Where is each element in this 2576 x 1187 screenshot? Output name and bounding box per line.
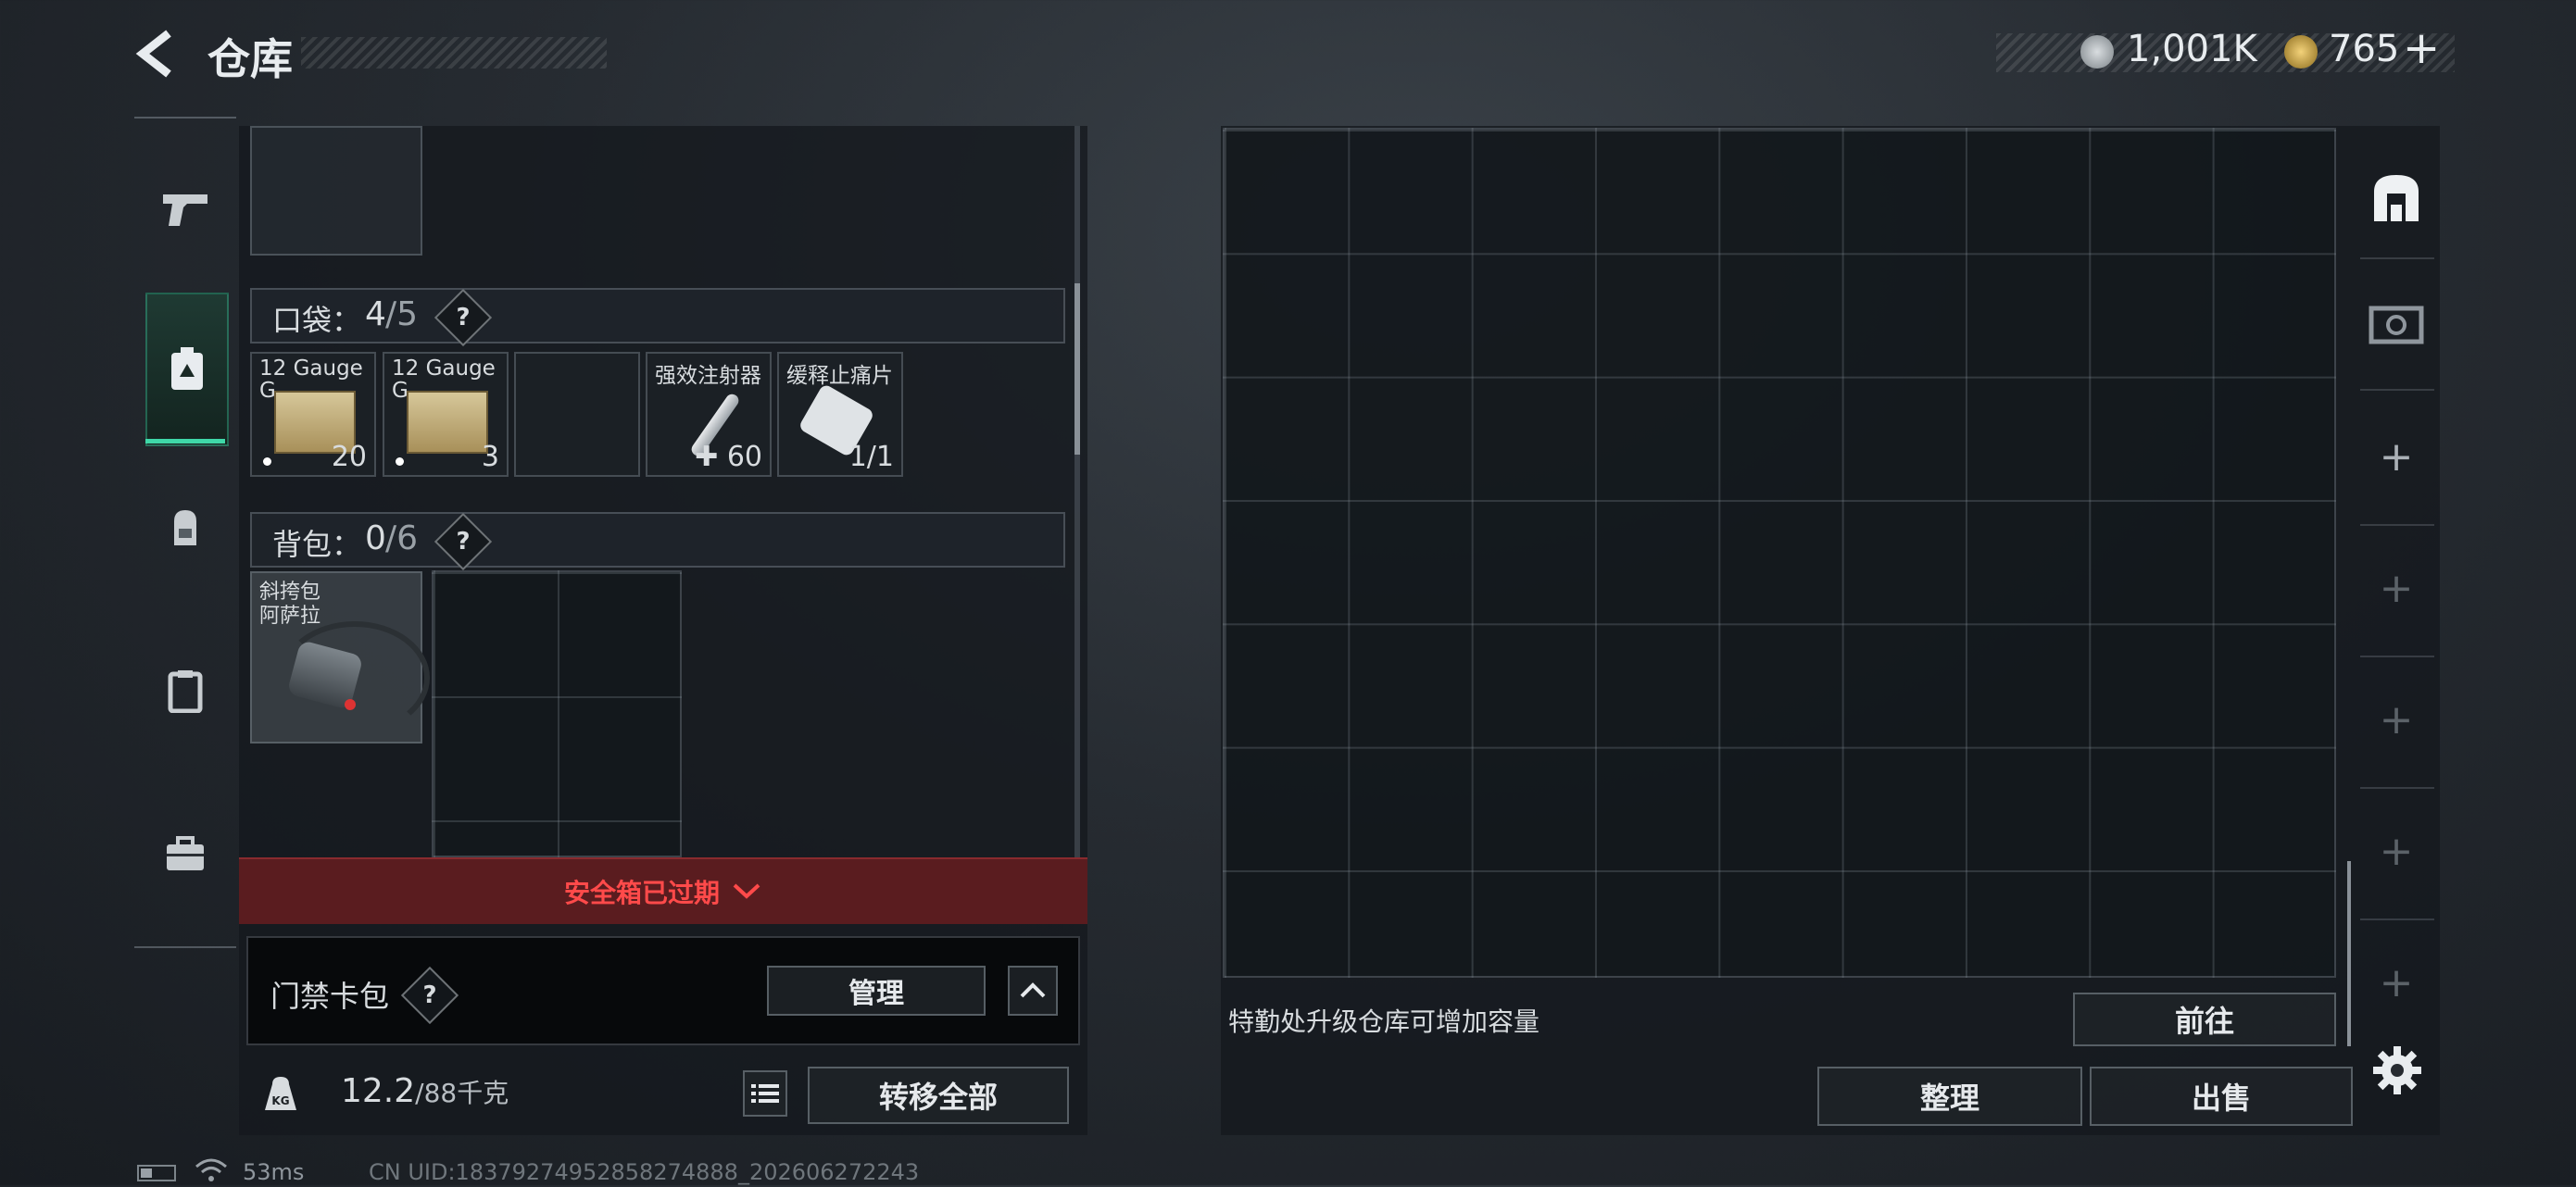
clipboard-icon	[168, 670, 203, 713]
backpack-capacity: /6	[385, 519, 419, 557]
tab-clipboard[interactable]	[139, 644, 232, 737]
tab-divider	[2360, 257, 2434, 259]
pockets-count: 4	[365, 295, 386, 333]
sell-button[interactable]: 出售	[2090, 1067, 2353, 1126]
battery-icon	[137, 1165, 176, 1181]
scrollbar-thumb[interactable]	[1074, 283, 1080, 455]
collapse-button[interactable]	[1008, 966, 1058, 1016]
storage-grid[interactable]	[1223, 128, 2336, 978]
red-tag-icon	[345, 699, 356, 710]
tab-divider	[2360, 787, 2434, 789]
backpack-header: 背包： 0 /6 ?	[250, 512, 1065, 571]
tab-backpack[interactable]	[139, 481, 232, 574]
sling-strap-icon	[280, 621, 430, 734]
weight-icon: KG	[261, 1073, 300, 1112]
item-name: 缓释止痛片	[786, 364, 893, 388]
weight-max: /88千克	[415, 1078, 509, 1108]
gold-value: 765	[2329, 28, 2400, 70]
weight-readout: 12.2/88千克	[341, 1072, 509, 1110]
chevron-up-icon	[1020, 982, 1046, 998]
storage-scrollbar[interactable]	[2347, 861, 2351, 1046]
secure-box-icon	[171, 347, 203, 390]
tab-secure-box[interactable]	[145, 293, 229, 446]
ping-value: 53ms	[243, 1159, 305, 1185]
pocket-slot-1[interactable]: 12 Gauge G 20	[250, 352, 376, 477]
backpack-count: 0	[365, 519, 386, 557]
chevron-down-icon	[733, 883, 760, 899]
silver-value: 1,001K	[2127, 28, 2257, 70]
upgrade-hint: 特勤处升级仓库可增加容量	[1228, 1006, 1540, 1037]
list-icon	[751, 1084, 779, 1103]
health-plus-icon: ✚	[695, 441, 719, 473]
title-decoration	[301, 37, 607, 69]
item-name: 强效注射器	[655, 364, 761, 388]
weight-current: 12.2	[341, 1072, 416, 1110]
add-storage-tab-3[interactable]: +	[2355, 678, 2438, 761]
pockets-header: 口袋： 4 /5 ?	[250, 288, 1065, 347]
tab-vault[interactable]	[2355, 283, 2438, 367]
add-storage-tab-5[interactable]: +	[2355, 941, 2438, 1024]
item-count: 20	[331, 441, 367, 473]
add-storage-tab-2[interactable]: +	[2355, 546, 2438, 630]
backpack-icon	[174, 510, 196, 545]
gear-slot-top[interactable]	[250, 126, 422, 256]
gold-coin-icon	[2284, 35, 2318, 69]
settings-button[interactable]	[2371, 1044, 2423, 1096]
goto-button[interactable]: 前往	[2073, 993, 2336, 1046]
backpack-label: 背包：	[272, 527, 362, 562]
tab-divider	[2360, 656, 2434, 657]
keycard-bar: 门禁卡包 ? 管理	[246, 936, 1080, 1045]
svg-text:KG: KG	[271, 1094, 289, 1107]
secure-box-expired-banner[interactable]: 安全箱已过期	[239, 857, 1087, 924]
pockets-help-icon[interactable]: ?	[434, 288, 493, 347]
pistol-icon	[163, 194, 207, 226]
vault-icon	[2369, 306, 2424, 344]
page-title: 仓库	[207, 34, 293, 84]
ammo-type-dot	[263, 457, 271, 466]
add-currency-button[interactable]: +	[2403, 22, 2440, 74]
pocket-slot-3-empty[interactable]	[514, 352, 640, 477]
pocket-slot-5[interactable]: 缓释止痛片 1/1	[777, 352, 903, 477]
sort-button[interactable]: 整理	[1817, 1067, 2082, 1126]
gear-icon	[2373, 1046, 2421, 1094]
keycard-help-icon[interactable]: ?	[400, 966, 459, 1025]
expired-label: 安全箱已过期	[563, 878, 720, 908]
wifi-icon	[195, 1157, 228, 1187]
add-storage-tab-1[interactable]: +	[2355, 415, 2438, 498]
pocket-slot-2[interactable]: 12 Gauge G 3	[383, 352, 509, 477]
ammo-type-dot	[396, 457, 404, 466]
ammo-box-icon	[407, 391, 488, 454]
pocket-slot-4[interactable]: 强效注射器 ✚ 60	[646, 352, 772, 477]
back-arrow-icon	[135, 30, 171, 78]
pockets-label: 口袋：	[272, 303, 362, 338]
add-storage-tab-4[interactable]: +	[2355, 809, 2438, 893]
tab-divider	[2360, 524, 2434, 526]
back-button[interactable]	[130, 26, 185, 81]
transfer-all-button[interactable]: 转移全部	[808, 1067, 1069, 1124]
tab-toolbox[interactable]	[139, 807, 232, 900]
silver-coin-icon	[2080, 35, 2114, 69]
storage-icon	[2374, 175, 2419, 221]
item-count: 1/1	[848, 441, 894, 473]
backpack-equipped-slot[interactable]: 斜挎包 阿萨拉	[250, 571, 430, 743]
item-count: ✚ 60	[695, 441, 762, 473]
item-count: 3	[481, 441, 499, 473]
manage-button[interactable]: 管理	[767, 966, 986, 1016]
keycard-label: 门禁卡包	[270, 979, 390, 1014]
backpack-help-icon[interactable]: ?	[434, 512, 493, 571]
tab-divider	[2360, 389, 2434, 391]
toolbox-icon	[167, 836, 204, 870]
tab-divider	[2360, 918, 2434, 920]
backpack-grid[interactable]	[432, 570, 682, 857]
tab-storage[interactable]	[2355, 156, 2438, 239]
user-uid: CN UID:18379274952858274888_202606272243	[369, 1159, 920, 1185]
item-name-line2: 阿萨拉	[259, 605, 321, 628]
tab-weapons[interactable]	[139, 163, 232, 256]
list-view-button[interactable]	[743, 1070, 787, 1117]
pockets-capacity: /5	[385, 295, 419, 333]
panel-scrollbar[interactable]	[1074, 126, 1080, 857]
tab-secure-box-indicator	[145, 439, 225, 444]
